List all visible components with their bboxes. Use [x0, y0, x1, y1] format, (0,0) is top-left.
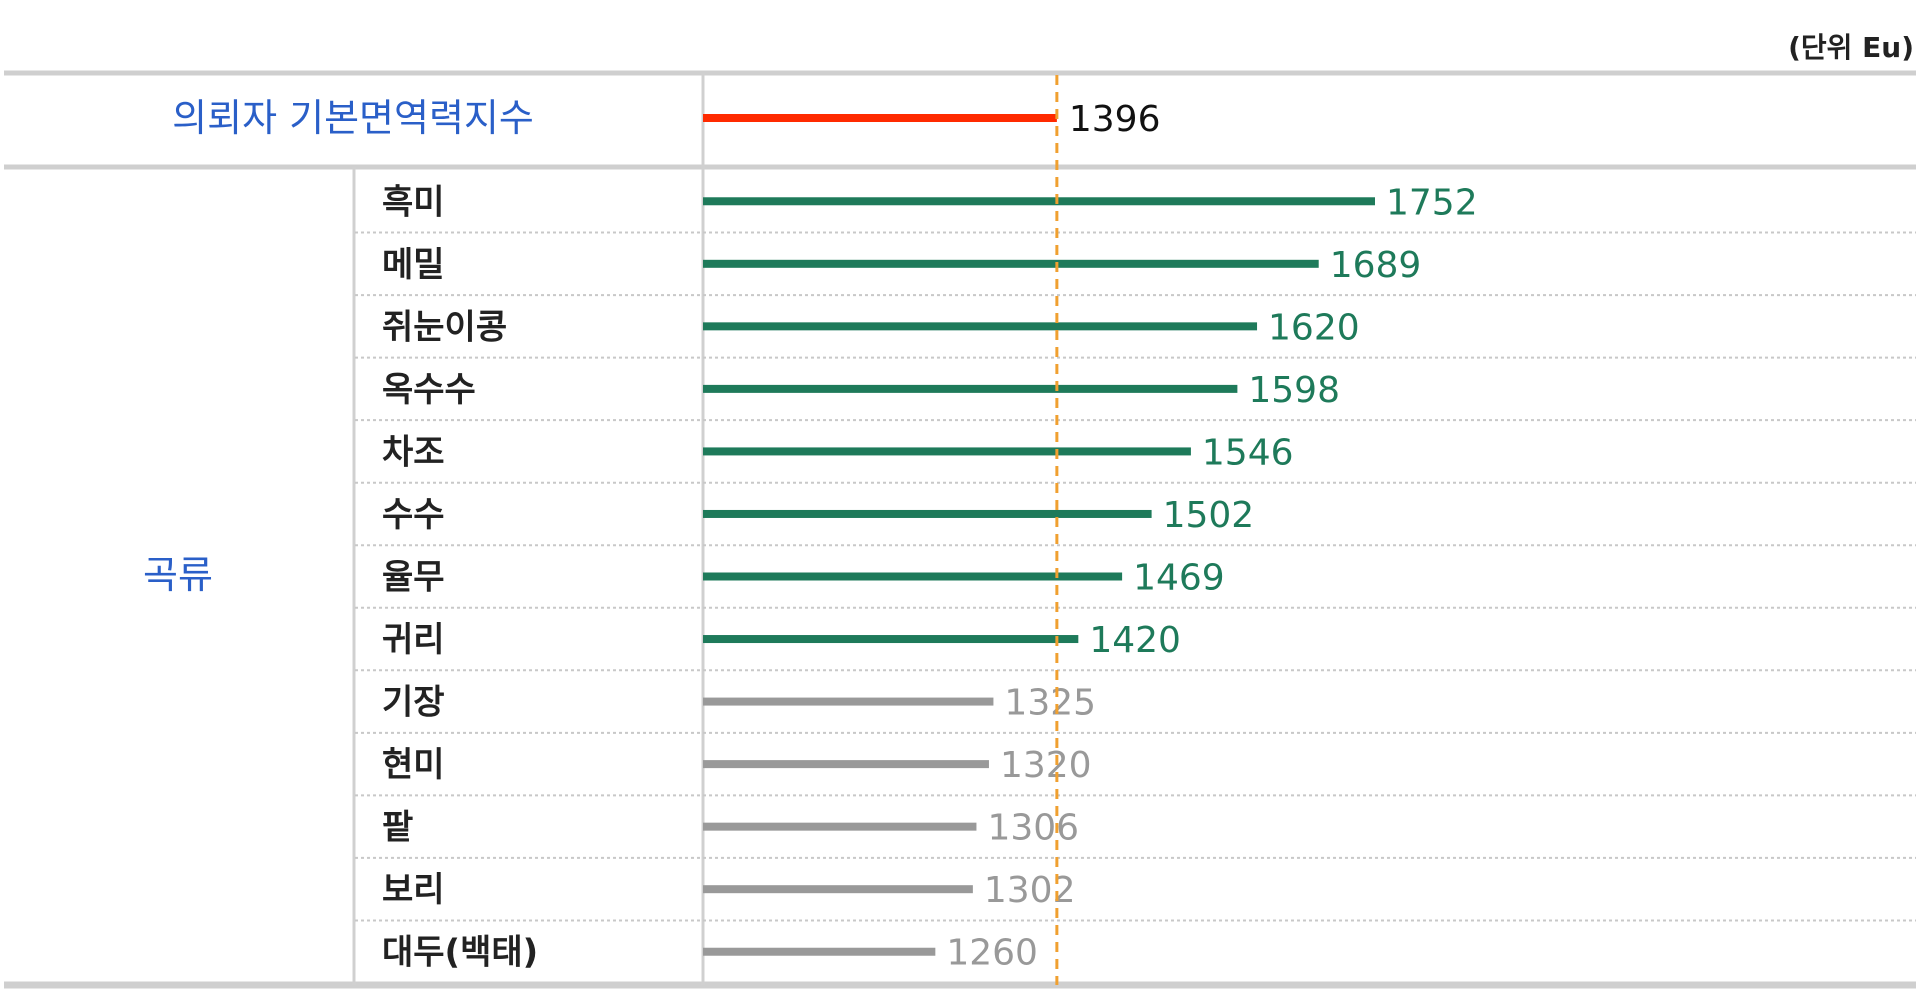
category-label: 대두(백태)	[382, 933, 538, 973]
value-label: 1689	[1330, 245, 1422, 286]
value-label: 1620	[1268, 307, 1360, 348]
reference-label: 의뢰자 기본면역력지수	[172, 96, 534, 140]
category-label: 율무	[382, 558, 445, 598]
bar	[703, 947, 936, 956]
category-label: 쥐눈이콩	[382, 307, 507, 347]
category-label: 메밀	[382, 245, 445, 285]
value-label: 1598	[1248, 370, 1340, 411]
value-label: 1325	[1004, 683, 1096, 724]
value-label: 1469	[1133, 558, 1225, 599]
value-label: 1260	[946, 933, 1038, 974]
bar	[703, 509, 1152, 518]
category-label: 기장	[382, 683, 445, 723]
bar	[703, 572, 1123, 581]
category-label: 옥수수	[382, 370, 476, 410]
category-label: 흑미	[382, 182, 445, 222]
bar	[703, 259, 1319, 268]
category-labels: 흑미메밀쥐눈이콩옥수수차조수수율무귀리기장현미팥보리대두(백태)	[382, 182, 538, 972]
bar	[703, 822, 977, 831]
bar	[703, 384, 1238, 393]
reference-value-label: 1396	[1069, 99, 1161, 140]
unit-note: (단위 Eu)	[1788, 31, 1914, 64]
bar	[703, 885, 973, 894]
value-label: 1502	[1163, 495, 1255, 536]
category-label: 귀리	[382, 620, 445, 660]
value-label: 1320	[1000, 745, 1092, 786]
immunity-index-chart: (단위 Eu) 의뢰자 기본면역력지수 곡류 1396 흑미메밀쥐눈이콩옥수수차…	[4, 31, 1916, 989]
category-label: 차조	[382, 432, 445, 472]
bar	[703, 447, 1191, 456]
category-label: 수수	[382, 495, 445, 535]
bar	[703, 697, 994, 706]
category-label: 팥	[382, 808, 413, 848]
category-label: 현미	[382, 745, 445, 785]
table-frame	[4, 70, 1916, 989]
value-label: 1420	[1089, 620, 1181, 661]
bar	[703, 322, 1258, 331]
value-label: 1302	[984, 870, 1076, 911]
value-label: 1306	[987, 808, 1079, 849]
bar	[703, 197, 1375, 206]
value-label: 1546	[1202, 432, 1294, 473]
reference-bar	[703, 114, 1057, 122]
value-label: 1752	[1386, 182, 1478, 223]
category-label: 보리	[382, 870, 445, 910]
bar	[703, 635, 1079, 644]
group-label: 곡류	[143, 553, 213, 597]
bar	[703, 760, 989, 769]
